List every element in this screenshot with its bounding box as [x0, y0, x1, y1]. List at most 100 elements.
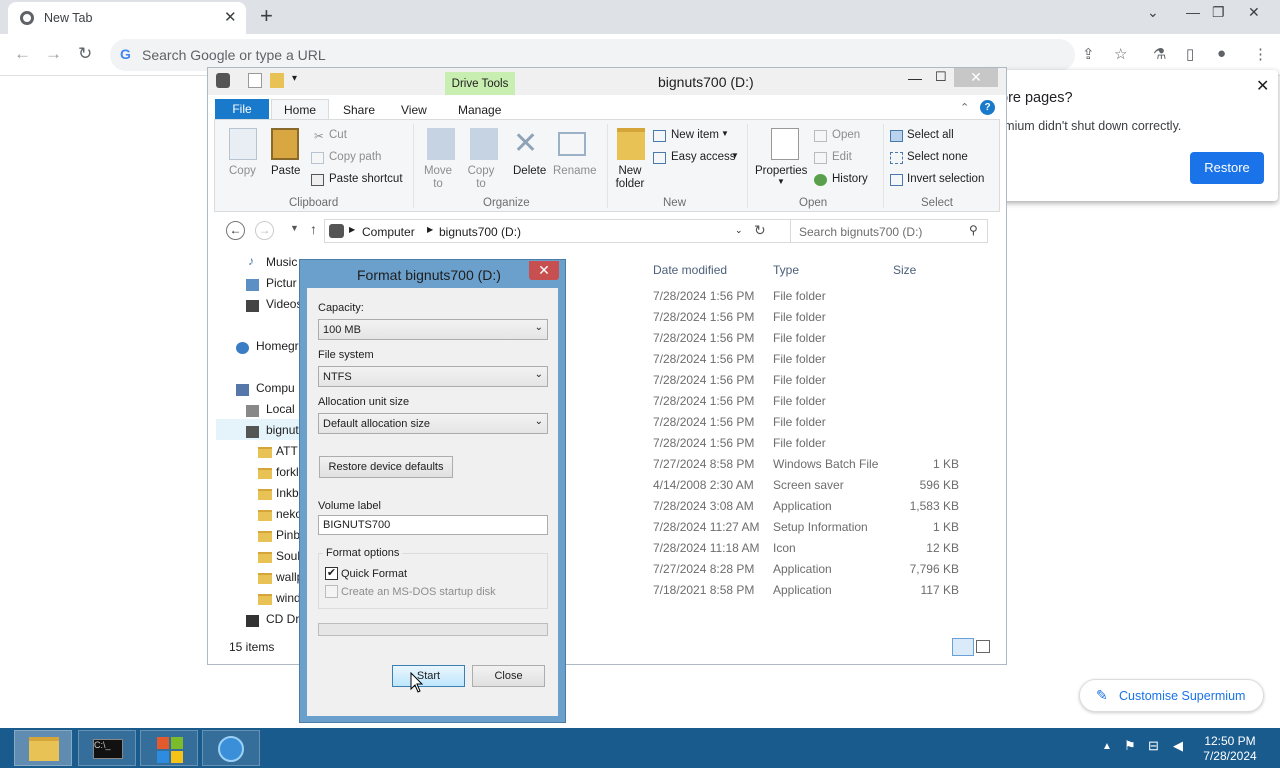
minimize-button[interactable]: —	[1186, 4, 1200, 20]
tab-share[interactable]: Share	[343, 103, 375, 117]
extensions-icon[interactable]: ⚗	[1153, 45, 1166, 63]
tab-manage[interactable]: Manage	[458, 103, 501, 117]
collapse-ribbon-icon[interactable]: ⌃	[960, 101, 969, 114]
new-tab-button[interactable]: +	[260, 3, 273, 29]
taskbar-cmd-button[interactable]: C:\_	[78, 730, 136, 766]
profile-icon[interactable]: ●	[1217, 45, 1226, 62]
taskbar-browser-button[interactable]	[202, 730, 260, 766]
tree-item[interactable]: Soul	[276, 549, 300, 563]
move-to-button[interactable]: Move to	[423, 165, 453, 191]
capacity-select[interactable]: 100 MB ⌄	[318, 319, 548, 340]
taskbar-clock[interactable]: 12:50 PM 7/28/2024	[1200, 734, 1260, 764]
back-button[interactable]: ←	[14, 44, 31, 64]
file-row[interactable]: 7/28/2024 1:56 PM File folder	[653, 370, 973, 390]
tab-view[interactable]: View	[401, 103, 427, 117]
edit-button[interactable]: Edit	[832, 151, 852, 163]
tree-item[interactable]: bignut	[266, 423, 299, 437]
side-panel-icon[interactable]: ▯	[1186, 45, 1194, 63]
paste-shortcut-button[interactable]: Paste shortcut	[329, 173, 403, 185]
select-all-button[interactable]: Select all	[907, 129, 954, 141]
tray-expand-icon[interactable]: ▲	[1102, 741, 1112, 752]
volume-muted-icon[interactable]: ◀	[1173, 738, 1183, 754]
large-icons-view-icon[interactable]	[976, 640, 990, 653]
breadcrumb-computer[interactable]: Computer	[362, 225, 415, 239]
file-row[interactable]: 7/27/2024 8:28 PM Application 7,796 KB	[653, 559, 973, 579]
quick-format-checkbox[interactable]: ✔	[325, 567, 338, 580]
explorer-minimize-button[interactable]: —	[908, 70, 922, 86]
address-dropdown-icon[interactable]: ⌄	[735, 225, 743, 236]
close-window-button[interactable]: ✕	[1248, 4, 1260, 21]
file-row[interactable]: 7/28/2024 3:08 AM Application 1,583 KB	[653, 496, 973, 516]
customise-button[interactable]: ✎ Customise Supermium	[1079, 679, 1264, 712]
file-row[interactable]: 7/28/2024 11:27 AM Setup Information 1 KB	[653, 517, 973, 537]
copy-button[interactable]: Copy	[229, 165, 256, 177]
details-view-icon[interactable]	[952, 638, 974, 656]
column-date-modified[interactable]: Date modified	[653, 263, 727, 277]
delete-button[interactable]: Delete	[513, 165, 546, 177]
msdos-checkbox[interactable]	[325, 585, 338, 598]
maximize-button[interactable]: ❐	[1212, 4, 1225, 21]
back-button[interactable]: ←	[226, 221, 245, 240]
file-row[interactable]: 4/14/2008 2:30 AM Screen saver 596 KB	[653, 475, 973, 495]
tab-search-icon[interactable]: ⌄	[1147, 4, 1159, 21]
volume-label-input[interactable]: BIGNUTS700	[318, 515, 548, 535]
tab-home[interactable]: Home	[271, 99, 329, 121]
taskbar-explorer-button[interactable]	[14, 730, 72, 766]
tree-item[interactable]: Music	[266, 255, 297, 269]
bookmark-star-icon[interactable]: ☆	[1114, 45, 1127, 63]
new-item-button[interactable]: New item	[671, 129, 719, 141]
select-none-button[interactable]: Select none	[907, 151, 968, 163]
tree-item[interactable]: Pinb	[276, 528, 300, 542]
dialog-close-button[interactable]: ✕	[529, 261, 559, 280]
taskbar-windows-button[interactable]	[140, 730, 198, 766]
easy-access-button[interactable]: Easy access	[671, 151, 736, 163]
forward-button[interactable]: →	[45, 44, 62, 64]
restore-defaults-button[interactable]: Restore device defaults	[319, 456, 453, 478]
tree-item[interactable]: Inkb	[276, 486, 299, 500]
file-row[interactable]: 7/18/2021 8:58 PM Application 117 KB	[653, 580, 973, 600]
tab-new-tab[interactable]: New Tab ✕	[8, 2, 246, 34]
action-center-icon[interactable]: ⚑	[1124, 738, 1136, 754]
tree-item[interactable]: Homegr	[256, 339, 299, 353]
column-type[interactable]: Type	[773, 263, 799, 277]
refresh-icon[interactable]: ↻	[754, 222, 766, 239]
tree-item[interactable]: forkl	[276, 465, 299, 479]
copy-to-button[interactable]: Copy to	[466, 165, 496, 191]
up-arrow-icon[interactable]: ↑	[310, 221, 317, 237]
bubble-close-icon[interactable]: ✕	[1256, 76, 1269, 96]
menu-icon[interactable]: ⋮	[1253, 45, 1268, 63]
file-row[interactable]: 7/28/2024 11:18 AM Icon 12 KB	[653, 538, 973, 558]
cut-button[interactable]: Cut	[329, 129, 347, 141]
help-icon[interactable]: ?	[980, 100, 995, 115]
close-tab-icon[interactable]: ✕	[224, 8, 237, 26]
new-folder-button[interactable]: New folder	[613, 165, 647, 191]
file-row[interactable]: 7/28/2024 1:56 PM File folder	[653, 433, 973, 453]
share-icon[interactable]: ⇪	[1082, 45, 1095, 63]
breadcrumb-drive[interactable]: bignuts700 (D:)	[439, 225, 521, 239]
copy-path-button[interactable]: Copy path	[329, 151, 381, 163]
file-system-select[interactable]: NTFS ⌄	[318, 366, 548, 387]
allocation-select[interactable]: Default allocation size ⌄	[318, 413, 548, 434]
tree-item[interactable]: wind	[276, 591, 301, 605]
file-row[interactable]: 7/27/2024 8:58 PM Windows Batch File 1 KB	[653, 454, 973, 474]
file-row[interactable]: 7/28/2024 1:56 PM File folder	[653, 412, 973, 432]
file-row[interactable]: 7/28/2024 1:56 PM File folder	[653, 328, 973, 348]
explorer-maximize-button[interactable]: ☐	[935, 69, 947, 85]
open-button[interactable]: Open	[832, 129, 860, 141]
tree-item[interactable]: ATT	[276, 444, 298, 458]
properties-button[interactable]: Properties	[755, 165, 807, 177]
restore-button[interactable]: Restore	[1190, 152, 1264, 184]
new-folder-qat-icon[interactable]	[270, 73, 284, 88]
start-button[interactable]: Start	[392, 665, 465, 687]
forward-button[interactable]: →	[255, 221, 274, 240]
tree-item[interactable]: Local I	[266, 402, 301, 416]
reload-button[interactable]: ↻	[78, 44, 92, 64]
qat-dropdown-icon[interactable]: ▾	[292, 73, 297, 84]
tree-item[interactable]: CD Dri	[266, 612, 302, 626]
address-bar[interactable]: ▶ Computer ▶ bignuts700 (D:) ⌄	[324, 219, 858, 243]
history-button[interactable]: History	[832, 173, 868, 185]
rename-button[interactable]: Rename	[553, 165, 596, 177]
recent-locations-icon[interactable]: ▼	[290, 223, 299, 233]
close-button[interactable]: Close	[472, 665, 545, 687]
tree-item[interactable]: Videos	[266, 297, 302, 311]
